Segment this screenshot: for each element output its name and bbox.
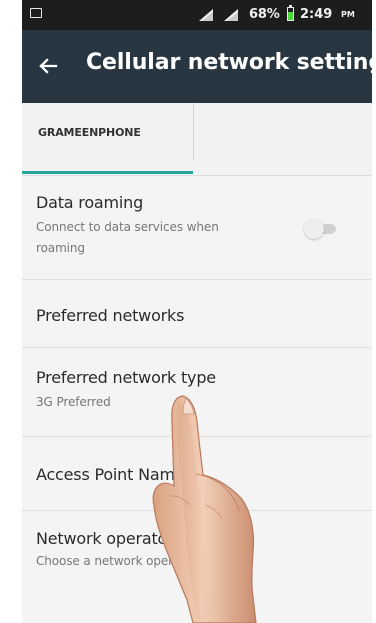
- access-point-names-setting[interactable]: Access Point Names: [22, 437, 372, 511]
- preferred-network-type-title: Preferred network type: [36, 368, 216, 387]
- preferred-network-type-setting[interactable]: Preferred network type 3G Preferred: [22, 348, 372, 437]
- preferred-networks-title: Preferred networks: [36, 306, 185, 325]
- preferred-network-type-value: 3G Preferred: [36, 395, 111, 409]
- phone-screen: 68% 2:49 PM Cellular network settings GR…: [22, 0, 372, 623]
- arrow-left-icon: [39, 58, 58, 74]
- tab-grameenphone[interactable]: GRAMEENPHONE: [22, 103, 193, 174]
- data-roaming-description-line-1: Connect to data services when: [36, 220, 219, 234]
- data-roaming-title: Data roaming: [36, 193, 144, 212]
- battery-icon: [287, 5, 294, 21]
- battery-percentage: 68%: [249, 7, 280, 22]
- signal-icon: [199, 9, 213, 21]
- data-roaming-setting[interactable]: Data roaming Connect to data services wh…: [22, 175, 372, 280]
- access-point-names-title: Access Point Names: [36, 465, 193, 484]
- data-roaming-toggle[interactable]: [301, 219, 343, 239]
- page-title: Cellular network settings: [86, 50, 372, 75]
- back-button[interactable]: [36, 54, 60, 78]
- clock-time: 2:49: [300, 7, 333, 22]
- app-bar: Cellular network settings: [22, 30, 372, 103]
- clock-period: PM: [341, 10, 355, 19]
- network-operators-description: Choose a network operator: [36, 554, 197, 568]
- toggle-thumb: [304, 219, 324, 239]
- tab-label: GRAMEENPHONE: [38, 126, 141, 139]
- settings-list: Data roaming Connect to data services wh…: [22, 175, 372, 623]
- screenshot-icon: [30, 8, 42, 18]
- signal-icon: [224, 9, 238, 21]
- data-roaming-description-line-2: roaming: [36, 241, 85, 255]
- network-operators-title: Network operators: [36, 529, 182, 548]
- selected-tab-indicator: [22, 171, 193, 174]
- preferred-networks-setting[interactable]: Preferred networks: [22, 280, 372, 348]
- operator-tabs: GRAMEENPHONE: [22, 103, 372, 176]
- tab-divider: [193, 103, 194, 160]
- status-bar: 68% 2:49 PM: [22, 0, 372, 30]
- network-operators-setting[interactable]: Network operators Choose a network opera…: [22, 511, 372, 601]
